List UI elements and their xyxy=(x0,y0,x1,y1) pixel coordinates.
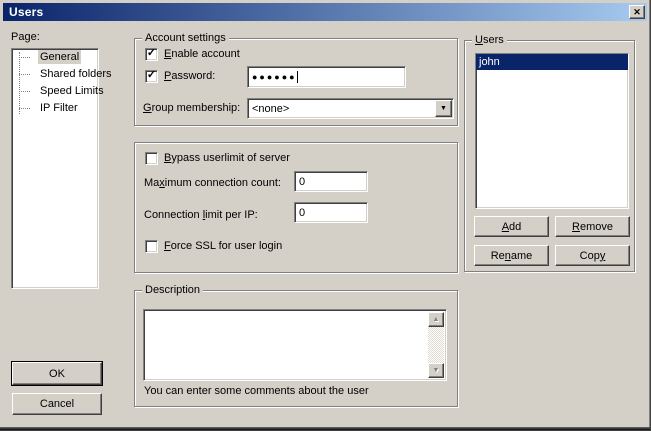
description-hint: You can enter some comments about the us… xyxy=(144,385,369,397)
check-icon: ✓ xyxy=(147,48,156,59)
arrow-down-icon: ▼ xyxy=(433,367,440,374)
users-dialog: Users ✕ Page: General Shared folders Spe… xyxy=(0,0,651,431)
tree-connector xyxy=(19,74,30,75)
password-label: Password: xyxy=(164,70,215,83)
user-name: john xyxy=(479,56,500,68)
maximum-connection-count-label: Maximum connection count: xyxy=(144,177,281,189)
vertical-scrollbar: ▲ ▼ xyxy=(428,312,444,378)
force-ssl-label: Force SSL for user login xyxy=(164,240,282,253)
account-settings-title: Account settings xyxy=(142,32,229,45)
add-user-button[interactable]: Add xyxy=(474,216,549,237)
maximum-connection-count-value: 0 xyxy=(299,176,305,188)
tree-item-speed-limits[interactable]: Speed Limits xyxy=(12,83,98,100)
remove-user-button[interactable]: Remove xyxy=(555,216,630,237)
tree-item-label: IP Filter xyxy=(38,101,80,115)
copy-user-button[interactable]: Copy xyxy=(555,245,630,266)
tree-item-label: Shared folders xyxy=(38,67,114,81)
tree-item-general[interactable]: General xyxy=(12,49,98,66)
cancel-button-label: Cancel xyxy=(40,398,74,410)
page-label: Page: xyxy=(11,31,40,43)
group-membership-label: Group membership: xyxy=(143,102,240,114)
scroll-down-button[interactable]: ▼ xyxy=(428,363,444,378)
dropdown-button[interactable]: ▼ xyxy=(435,100,452,117)
checkbox-box: ✓ xyxy=(145,48,158,61)
close-button[interactable]: ✕ xyxy=(629,5,645,19)
bypass-userlimit-label: Bypass userlimit of server xyxy=(164,152,290,165)
force-ssl-checkbox[interactable]: ✓ Force SSL for user login xyxy=(145,240,282,253)
remove-button-label: Remove xyxy=(572,221,613,233)
connection-limit-per-ip-input[interactable]: 0 xyxy=(294,202,368,223)
list-item-john[interactable]: john xyxy=(476,54,628,70)
description-group: Description ▲ ▼ You can enter some comme… xyxy=(134,290,458,407)
cancel-button[interactable]: Cancel xyxy=(12,393,102,415)
description-title: Description xyxy=(142,284,203,297)
rename-button-label: Rename xyxy=(491,250,533,262)
ok-button[interactable]: OK xyxy=(12,362,102,385)
close-icon: ✕ xyxy=(633,8,641,17)
enable-account-label: Enable account xyxy=(164,48,240,61)
page-tree[interactable]: General Shared folders Speed Limits IP F… xyxy=(11,48,99,289)
password-input[interactable]: ●●●●●● xyxy=(247,66,406,88)
chevron-down-icon: ▼ xyxy=(440,105,447,112)
password-value: ●●●●●● xyxy=(252,73,297,82)
text-cursor xyxy=(297,71,298,83)
window-title: Users xyxy=(3,5,43,19)
checkbox-box: ✓ xyxy=(145,152,158,165)
add-button-label: Add xyxy=(502,221,522,233)
connection-limit-per-ip-label: Connection limit per IP: xyxy=(144,209,258,221)
account-settings-group: Account settings ✓ Enable account ✓ Pass… xyxy=(134,38,458,126)
scroll-up-button[interactable]: ▲ xyxy=(428,312,444,327)
users-list[interactable]: john xyxy=(475,53,629,209)
tree-connector xyxy=(19,57,30,58)
checkbox-box: ✓ xyxy=(145,240,158,253)
copy-button-label: Copy xyxy=(580,250,606,262)
tree-connector xyxy=(19,91,30,92)
connection-limit-per-ip-value: 0 xyxy=(299,207,305,219)
tree-item-shared-folders[interactable]: Shared folders xyxy=(12,66,98,83)
users-group-title: Users xyxy=(472,34,507,47)
check-icon: ✓ xyxy=(147,70,156,81)
tree-item-label: Speed Limits xyxy=(38,84,106,98)
group-membership-select[interactable]: <none> ▼ xyxy=(247,98,454,119)
description-textarea[interactable]: ▲ ▼ xyxy=(143,309,447,381)
tree-item-label: General xyxy=(38,50,81,64)
group-membership-value: <none> xyxy=(252,103,453,115)
users-group: Users john Add Remove Rename Copy xyxy=(464,40,635,272)
enable-account-checkbox[interactable]: ✓ Enable account xyxy=(145,48,240,61)
titlebar: Users ✕ xyxy=(3,3,647,21)
checkbox-box: ✓ xyxy=(145,70,158,83)
maximum-connection-count-input[interactable]: 0 xyxy=(294,171,368,192)
password-checkbox[interactable]: ✓ Password: xyxy=(145,70,215,83)
tree-item-ip-filter[interactable]: IP Filter xyxy=(12,100,98,117)
arrow-up-icon: ▲ xyxy=(433,316,440,323)
bypass-userlimit-checkbox[interactable]: ✓ Bypass userlimit of server xyxy=(145,152,290,165)
tree-connector xyxy=(19,108,30,109)
connection-settings-group: ✓ Bypass userlimit of server Maximum con… xyxy=(134,142,458,273)
ok-button-label: OK xyxy=(49,368,65,380)
rename-user-button[interactable]: Rename xyxy=(474,245,549,266)
